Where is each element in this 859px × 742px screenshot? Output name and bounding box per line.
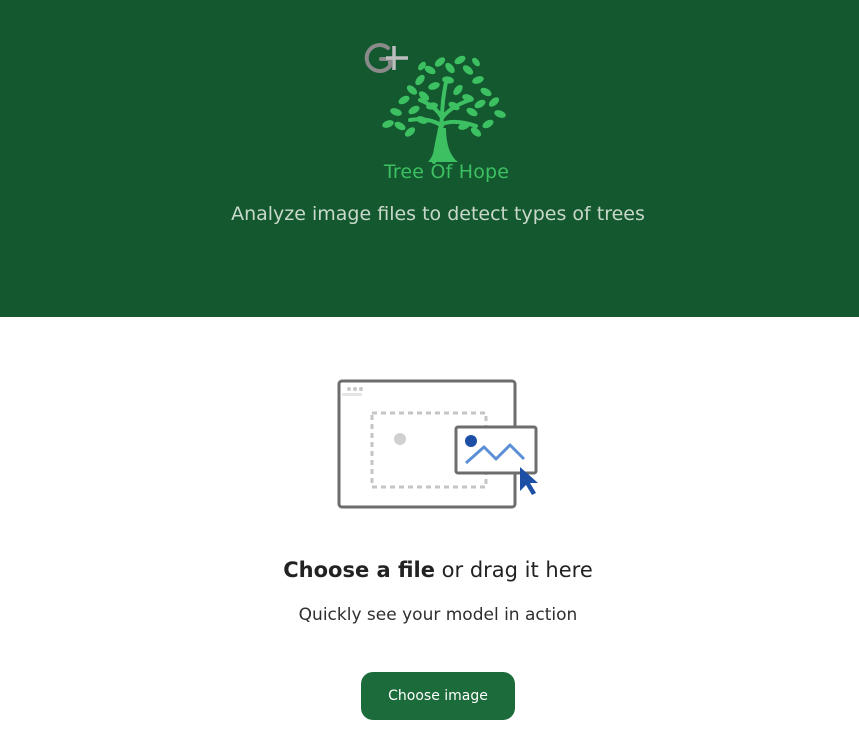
g-plus-icon <box>364 43 408 74</box>
upload-headline: Choose a file or drag it here <box>0 558 859 582</box>
logo <box>360 40 520 170</box>
tagline: Analyze image files to detect types of t… <box>231 203 645 225</box>
choose-image-button[interactable]: Choose image <box>361 672 515 720</box>
image-upload-illustration-icon <box>334 375 544 515</box>
drag-hint: or drag it here <box>435 558 593 582</box>
upload-subtitle: Quickly see your model in action <box>298 605 578 625</box>
choose-file-link[interactable]: Choose a file <box>283 558 435 582</box>
header-banner: Tree Of Hope Analyze image files to dete… <box>0 0 859 317</box>
tree-icon <box>364 43 506 164</box>
brand-name: Tree Of Hope <box>383 161 510 183</box>
